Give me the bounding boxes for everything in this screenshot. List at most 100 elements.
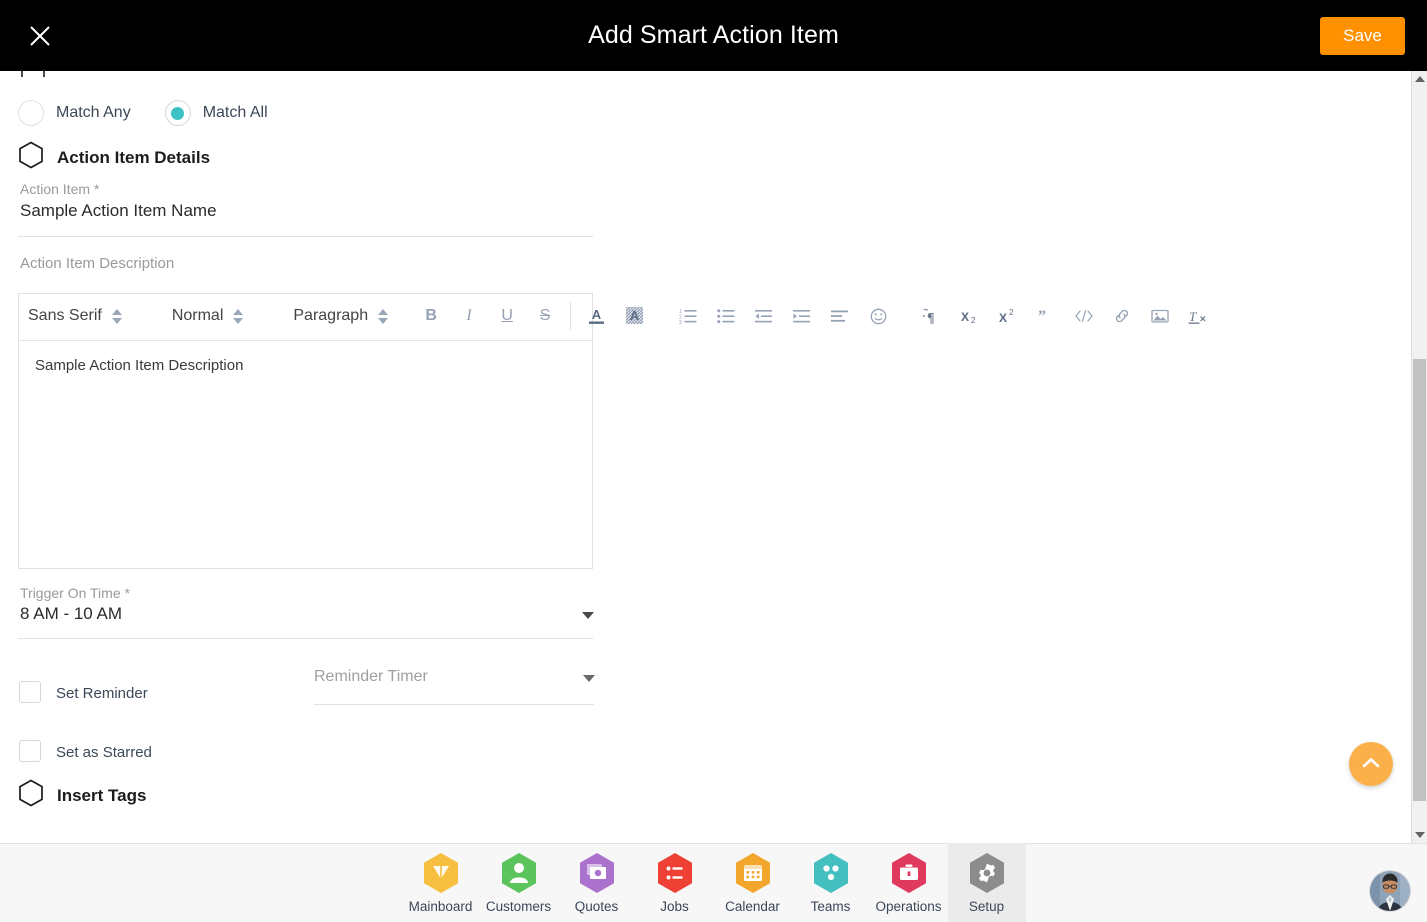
radio-match-any-label: Match Any [56, 104, 131, 121]
nav-item-setup[interactable]: Setup [947, 843, 1026, 922]
operations-icon [890, 852, 928, 894]
hexagon-icon [18, 779, 44, 812]
close-icon [27, 23, 53, 49]
radio-match-all[interactable] [164, 100, 191, 126]
match-mode-radio-group: Match Any Match All [18, 100, 302, 126]
page-title: Add Smart Action Item [588, 21, 839, 49]
background-color-icon[interactable]: A [615, 294, 653, 338]
indent-icon[interactable] [783, 294, 821, 338]
image-icon[interactable] [1141, 294, 1179, 338]
action-item-label: Action Item * [20, 181, 100, 197]
radio-selected-dot [171, 106, 185, 120]
nav-label: Setup [968, 898, 1005, 914]
save-button[interactable]: Save [1320, 17, 1405, 55]
setup-icon [968, 852, 1006, 894]
trigger-on-time-chevron-down-icon[interactable] [582, 612, 594, 619]
teams-icon [812, 852, 850, 894]
svg-text:A: A [629, 308, 639, 323]
jobs-icon [656, 852, 694, 894]
nav-label: Quotes [574, 898, 619, 914]
scrollbar-thumb[interactable] [1413, 359, 1426, 801]
trigger-on-time-label: Trigger On Time * [20, 585, 130, 601]
nav-item-customers[interactable]: Customers [480, 843, 558, 922]
nav-label: Mainboard [408, 898, 473, 914]
font-color-icon[interactable]: A [577, 294, 615, 338]
scroll-to-top-button[interactable] [1349, 742, 1393, 786]
svg-text:X: X [961, 310, 969, 324]
hexagon-icon [18, 141, 44, 174]
nav-label: Jobs [660, 898, 689, 914]
font-size-value: Normal [171, 307, 224, 324]
hexagon-icon [20, 71, 46, 77]
vertical-scrollbar[interactable] [1411, 71, 1427, 843]
action-item-description-label: Action Item Description [20, 255, 175, 272]
quotes-icon [578, 852, 616, 894]
block-format-value: Paragraph [293, 307, 369, 324]
user-avatar[interactable] [1369, 870, 1411, 912]
code-block-icon[interactable] [1065, 294, 1103, 338]
nav-item-mainboard[interactable]: Mainboard [402, 843, 480, 922]
radio-match-any[interactable] [18, 100, 44, 126]
bottom-navigation-bar: Mainboard Customers Quotes Jobs Calendar… [0, 843, 1427, 922]
nav-item-quotes[interactable]: Quotes [558, 843, 636, 922]
svg-text:3: 3 [679, 320, 682, 324]
description-textarea[interactable]: Sample Action Item Description [19, 340, 592, 568]
trigger-on-time-value[interactable]: 8 AM - 10 AM [20, 604, 122, 624]
reminder-timer-chevron-down-icon[interactable] [583, 675, 595, 682]
bold-icon[interactable]: B [412, 294, 450, 338]
customers-icon [500, 852, 538, 894]
section-title: Action Item Details [57, 147, 211, 167]
nav-label: Operations [875, 898, 942, 914]
set-as-starred-checkbox[interactable] [19, 740, 41, 762]
scroll-to-top-icon [1360, 752, 1382, 777]
underline-icon[interactable]: U [488, 294, 526, 338]
nav-label: Customers [485, 898, 552, 914]
chevron-updown-icon [111, 308, 122, 324]
svg-text:A: A [591, 307, 601, 322]
close-button[interactable] [22, 18, 58, 54]
editor-toolbar: Sans Serif Normal Paragraph B I U S A A … [18, 293, 1258, 339]
subscript-icon[interactable]: X 2 [951, 294, 989, 338]
svg-text:2: 2 [1009, 308, 1014, 317]
trigger-on-time-underline [18, 638, 593, 639]
form-content: Match Any Match All Action Item Details … [0, 71, 1411, 843]
set-as-starred-label: Set as Starred [56, 744, 152, 761]
superscript-icon[interactable]: X 2 [989, 294, 1027, 338]
font-family-select[interactable]: Sans Serif [18, 294, 132, 338]
calendar-icon [734, 852, 772, 894]
reminder-timer-underline [314, 704, 594, 705]
svg-text:2: 2 [971, 316, 976, 325]
link-icon[interactable] [1103, 294, 1141, 338]
clear-format-icon[interactable]: T [1179, 294, 1217, 338]
blockquote-icon[interactable]: ” [1027, 294, 1065, 338]
scrollbar-up-arrow[interactable] [1412, 71, 1427, 87]
strikethrough-icon[interactable]: S [526, 294, 564, 338]
font-size-select[interactable]: Normal [162, 294, 254, 338]
outdent-icon[interactable] [745, 294, 783, 338]
radio-match-all-label: Match All [202, 104, 268, 121]
nav-item-jobs[interactable]: Jobs [636, 843, 714, 922]
reminder-timer-placeholder[interactable]: Reminder Timer [314, 668, 428, 686]
modal-header: Add Smart Action Item Save [0, 0, 1427, 71]
align-icon[interactable] [821, 294, 859, 338]
section-action-item-details: Action Item Details [18, 141, 210, 174]
scrollbar-down-arrow[interactable] [1412, 827, 1427, 843]
chevron-updown-icon [233, 308, 244, 324]
nav-item-operations[interactable]: Operations [870, 843, 948, 922]
section-title: Insert Tags [57, 785, 147, 805]
font-family-value: Sans Serif [28, 307, 102, 324]
nav-item-calendar[interactable]: Calendar [714, 843, 792, 922]
nav-label: Calendar [725, 898, 780, 914]
set-reminder-checkbox[interactable] [19, 681, 41, 703]
nav-items: Mainboard Customers Quotes Jobs Calendar… [0, 843, 1427, 922]
emoji-icon[interactable] [859, 294, 897, 338]
italic-icon[interactable]: I [450, 294, 488, 338]
nav-label: Teams [810, 898, 851, 914]
nav-item-teams[interactable]: Teams [792, 843, 870, 922]
block-format-select[interactable]: Paragraph [283, 294, 398, 338]
action-item-input[interactable]: Sample Action Item Name [20, 201, 217, 221]
svg-text:X: X [999, 311, 1007, 325]
bullet-list-icon[interactable] [707, 294, 745, 338]
text-direction-icon[interactable]: ¶ [913, 294, 951, 338]
ordered-list-icon[interactable]: 1 2 3 [669, 294, 707, 338]
